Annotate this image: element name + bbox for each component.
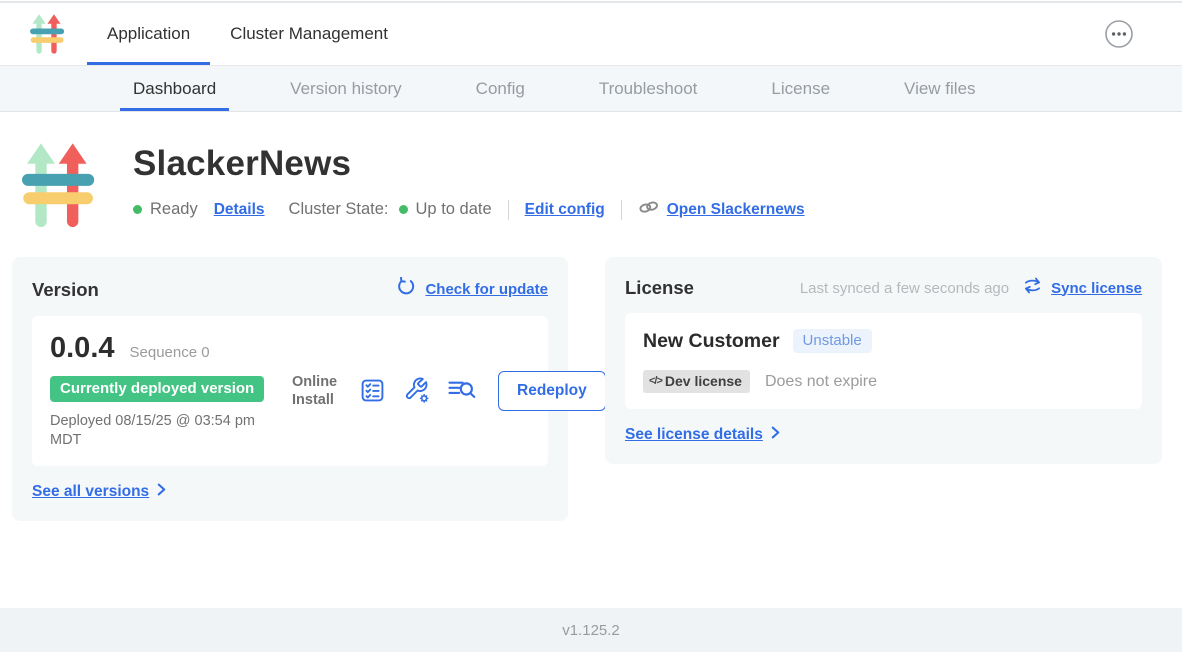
deployed-timestamp: Deployed 08/15/25 @ 03:54 pm MDT: [50, 412, 290, 450]
more-menu-button[interactable]: [1104, 19, 1134, 49]
status-divider: [508, 200, 509, 220]
app-logo-icon: [30, 13, 66, 56]
app-header-text: SlackerNews Ready Details Cluster State:…: [133, 139, 805, 234]
license-card: License Last synced a few seconds ago: [605, 257, 1162, 464]
app-logo-large-icon: [22, 139, 98, 234]
see-all-versions-link[interactable]: See all versions: [32, 483, 149, 501]
current-version-panel: 0.0.4 Sequence 0 Currently deployed vers…: [32, 316, 548, 466]
sync-license-action[interactable]: Sync license: [1023, 277, 1142, 299]
app-status-row: Ready Details Cluster State: Up to date …: [133, 199, 805, 220]
check-update-action[interactable]: Check for update: [396, 277, 548, 302]
deployed-status-badge: Currently deployed version: [50, 376, 264, 402]
sequence-label: Sequence 0: [130, 344, 210, 361]
version-card-title: Version: [32, 279, 99, 301]
dashboard-cards: Version Check for update: [12, 257, 1162, 521]
status-details-link[interactable]: Details: [214, 201, 265, 219]
see-license-details-link[interactable]: See license details: [625, 426, 763, 444]
refresh-icon: [396, 277, 416, 302]
channel-badge: Unstable: [793, 329, 872, 353]
edit-config-icon[interactable]: [403, 377, 430, 404]
ellipsis-icon: [1104, 37, 1134, 52]
see-all-versions-group[interactable]: See all versions: [32, 483, 166, 501]
version-actions: Online Install: [292, 371, 606, 411]
check-for-update-link[interactable]: Check for update: [425, 281, 548, 298]
code-icon: </>: [649, 375, 662, 387]
open-app-group[interactable]: Open Slackernews: [638, 199, 805, 220]
top-navbar: Application Cluster Management: [0, 3, 1182, 66]
chevron-right-icon: [771, 426, 780, 444]
preflight-checks-icon[interactable]: [359, 377, 386, 404]
license-expiry: Does not expire: [765, 373, 877, 391]
version-info: 0.0.4 Sequence 0 Currently deployed vers…: [50, 332, 290, 450]
tab-troubleshoot[interactable]: Troubleshoot: [586, 66, 711, 111]
version-card: Version Check for update: [12, 257, 568, 521]
app-status-dot: [133, 205, 142, 214]
link-chain-icon: [638, 199, 660, 220]
edit-config-link[interactable]: Edit config: [525, 201, 605, 219]
install-type-label: Online Install: [292, 373, 342, 409]
sync-license-link[interactable]: Sync license: [1051, 280, 1142, 297]
tab-config[interactable]: Config: [463, 66, 538, 111]
version-card-header: Version Check for update: [32, 277, 548, 302]
cluster-state-label: Cluster State:: [289, 200, 389, 219]
tab-application[interactable]: Application: [87, 3, 210, 65]
dashboard-main: SlackerNews Ready Details Cluster State:…: [0, 112, 1182, 608]
console-footer: v1.125.2: [0, 608, 1182, 652]
topnav-tabs: Application Cluster Management: [87, 3, 408, 65]
redeploy-button[interactable]: Redeploy: [498, 371, 606, 411]
license-card-title: License: [625, 277, 694, 299]
app-header: SlackerNews Ready Details Cluster State:…: [22, 139, 1182, 234]
see-license-details-group[interactable]: See license details: [625, 426, 780, 444]
view-logs-icon[interactable]: [447, 377, 477, 404]
app-status-label: Ready: [150, 200, 198, 219]
page-title: SlackerNews: [133, 144, 805, 184]
tab-version-history[interactable]: Version history: [277, 66, 415, 111]
cluster-state-value: Up to date: [416, 200, 492, 219]
license-type-label: Dev license: [665, 373, 742, 389]
admin-console-page: Application Cluster Management Dashboard…: [0, 0, 1182, 655]
last-synced-label: Last synced a few seconds ago: [800, 280, 1009, 297]
tab-cluster-management[interactable]: Cluster Management: [210, 3, 408, 65]
version-number: 0.0.4: [50, 332, 115, 365]
license-info-panel: New Customer Unstable </> Dev license Do…: [625, 313, 1142, 409]
tab-dashboard[interactable]: Dashboard: [120, 66, 229, 111]
license-type-badge: </> Dev license: [643, 370, 750, 393]
open-slackernews-link[interactable]: Open Slackernews: [667, 201, 805, 219]
license-card-header: License Last synced a few seconds ago: [625, 277, 1142, 299]
customer-name: New Customer: [643, 330, 780, 353]
tab-license[interactable]: License: [758, 66, 843, 111]
sync-arrows-icon: [1023, 277, 1042, 299]
tab-view-files[interactable]: View files: [891, 66, 989, 111]
status-divider: [621, 200, 622, 220]
console-version: v1.125.2: [562, 622, 620, 639]
app-subnav: Dashboard Version history Config Trouble…: [0, 66, 1182, 112]
cluster-state-dot: [399, 205, 408, 214]
chevron-right-icon: [157, 483, 166, 501]
